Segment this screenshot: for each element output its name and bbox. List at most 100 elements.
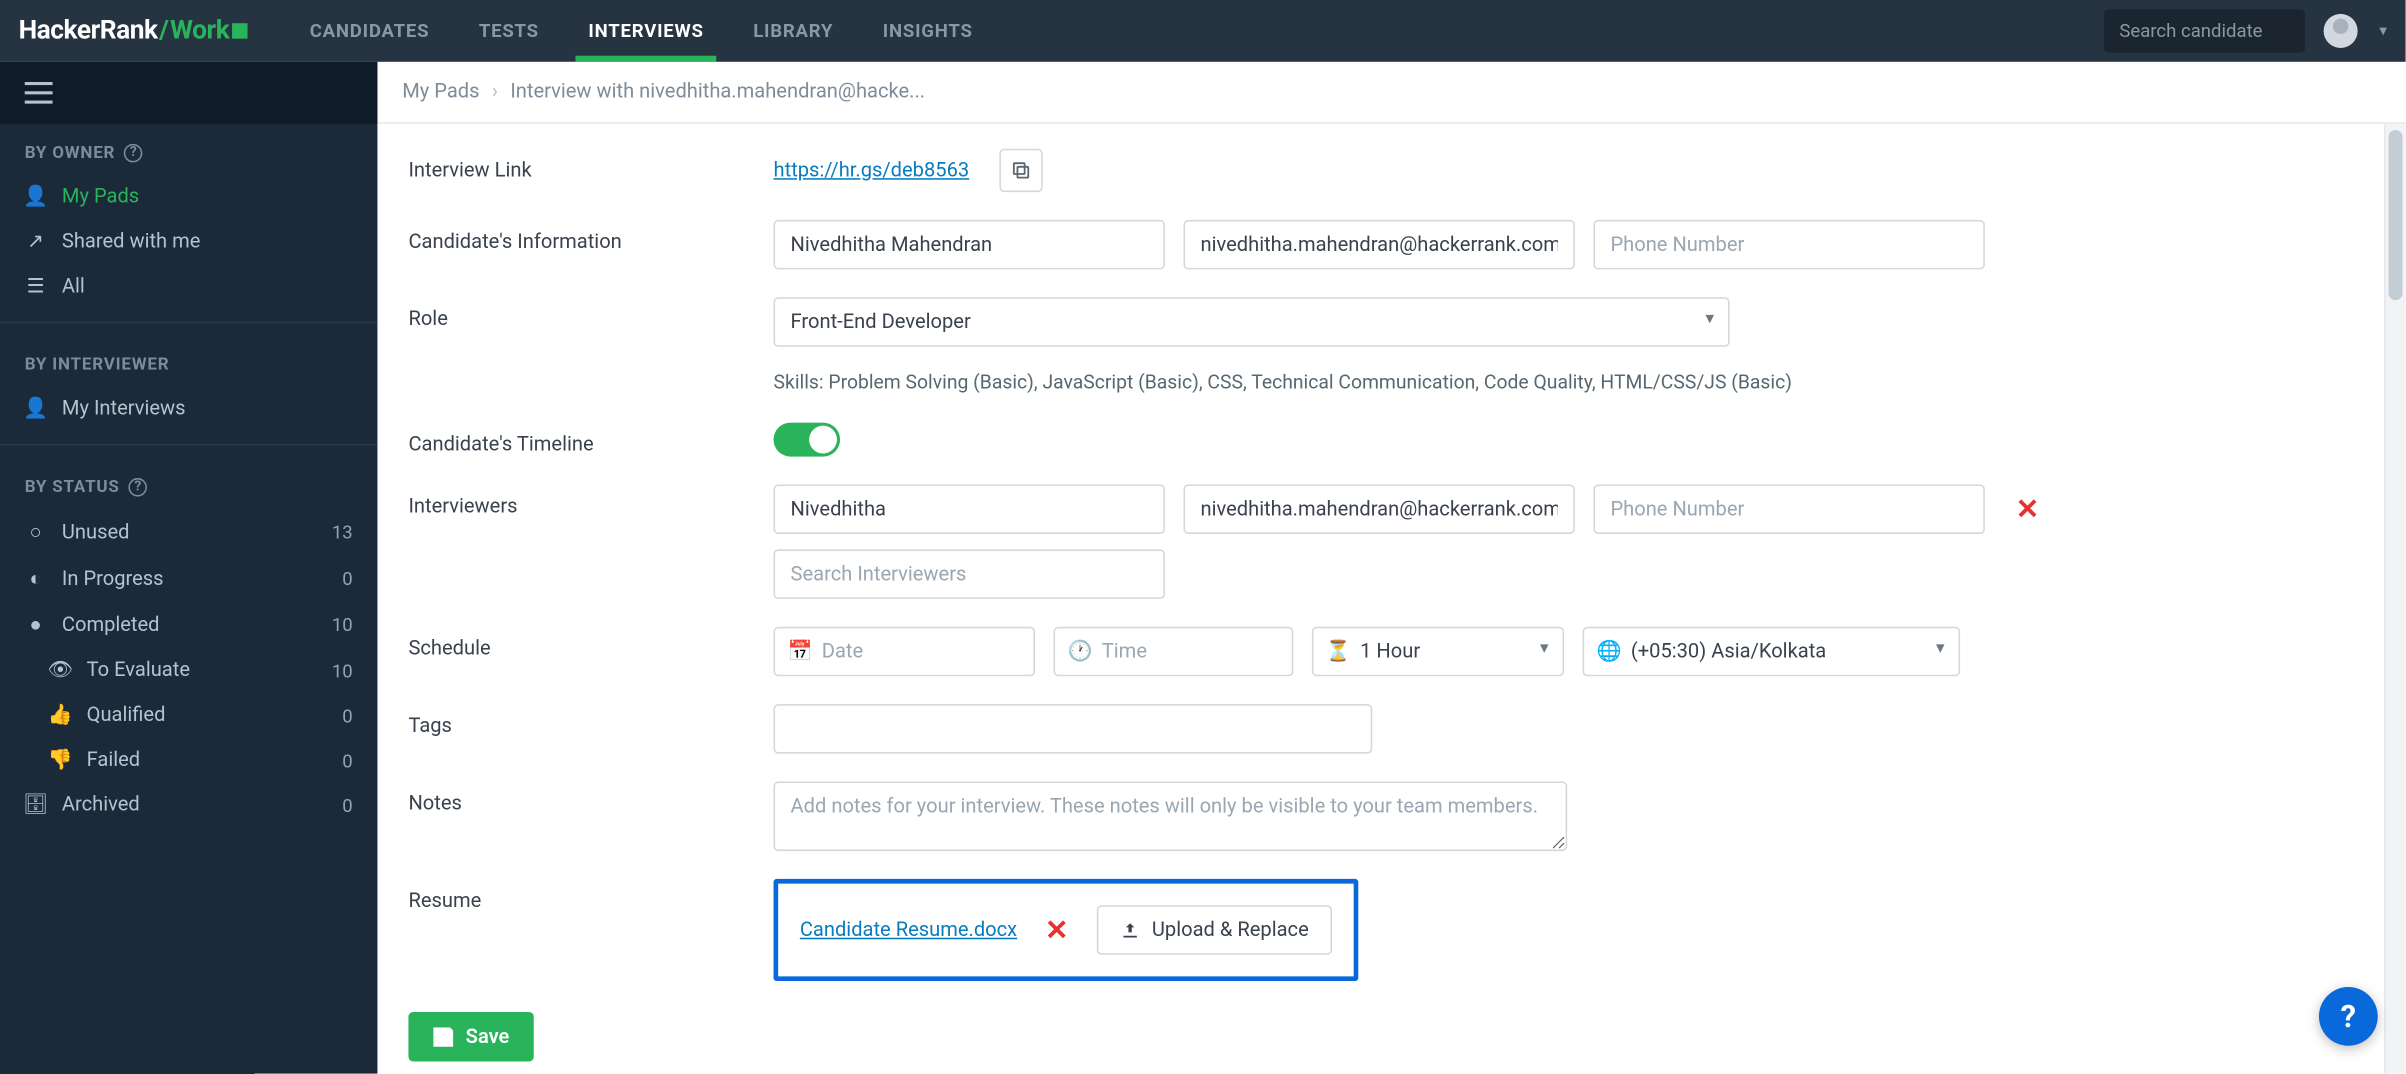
sidebar-item-failed[interactable]: 👎 Failed 0 [0, 738, 377, 783]
shared-label: Shared with me [62, 231, 201, 254]
remove-resume-button[interactable]: ✕ [1045, 914, 1068, 946]
label-timeline: Candidate's Timeline [408, 422, 773, 456]
circle-empty-icon: ○ [25, 520, 47, 545]
scrollbar-track[interactable] [2384, 124, 2406, 1074]
by-interviewer-label: BY INTERVIEWER [25, 354, 170, 374]
label-interviewers: Interviewers [408, 484, 773, 598]
sidebar-item-inprogress[interactable]: ◐In Progress0 [0, 555, 377, 601]
nav-tabs: CANDIDATES TESTS INTERVIEWS LIBRARY INSI… [310, 0, 973, 62]
label-candidate-info: Candidate's Information [408, 220, 773, 270]
person-icon: 👤 [25, 398, 47, 421]
label-notes: Notes [408, 781, 773, 851]
resume-filename-link[interactable]: Candidate Resume.docx [800, 918, 1017, 941]
eye-icon: 👁 [50, 659, 72, 682]
user-avatar-icon[interactable] [2324, 14, 2358, 48]
interviewer-phone-input[interactable] [1593, 484, 1984, 534]
logo[interactable]: HackerRank/Work [19, 15, 248, 46]
copy-link-button[interactable] [1000, 149, 1043, 192]
breadcrumb: My Pads › Interview with nivedhitha.mahe… [377, 62, 2405, 124]
sidebar-section-by-owner: BY OWNER? [0, 124, 377, 175]
nav-tab-insights[interactable]: INSIGHTS [883, 0, 973, 62]
label-role: Role [408, 297, 773, 394]
toeval-count: 10 [332, 660, 353, 682]
form-content: Interview Link https://hr.gs/deb8563 Can… [377, 124, 2405, 1074]
sidebar-item-shared[interactable]: ↗ Shared with me [0, 220, 377, 265]
label-tags: Tags [408, 704, 773, 754]
search-candidate-input[interactable] [2104, 9, 2305, 52]
sidebar-item-toevaluate[interactable]: 👁 To Evaluate 10 [0, 648, 377, 693]
tags-input[interactable] [774, 704, 1373, 754]
label-interview-link: Interview Link [408, 149, 773, 192]
share-icon: ↗ [25, 231, 47, 254]
candidate-email-input[interactable] [1183, 220, 1574, 270]
remove-interviewer-button[interactable]: ✕ [2016, 493, 2039, 525]
circle-half-icon: ◐ [25, 566, 47, 591]
calendar-icon: 📅 [787, 640, 812, 663]
failed-label: Failed [87, 749, 141, 772]
candidate-name-input[interactable] [774, 220, 1165, 270]
inprogress-count: 0 [342, 568, 352, 590]
thumbs-up-icon: 👍 [50, 704, 72, 727]
date-placeholder: Date [822, 640, 863, 663]
sidebar-top [0, 62, 377, 124]
candidate-phone-input[interactable] [1593, 220, 1984, 270]
logo-slash: / [159, 15, 168, 46]
role-skills-text: Skills: Problem Solving (Basic), JavaScr… [774, 371, 1792, 394]
interviewer-name-input[interactable] [774, 484, 1165, 534]
my-pads-label: My Pads [62, 186, 139, 209]
list-icon: ☰ [25, 275, 47, 298]
sidebar-item-completed[interactable]: ●Completed10 [0, 602, 377, 648]
schedule-timezone-select[interactable]: 🌐 (+05:30) Asia/Kolkata [1583, 627, 1960, 677]
completed-count: 10 [332, 614, 353, 636]
save-label: Save [466, 1025, 510, 1048]
sidebar-section-by-status: BY STATUS? [0, 458, 377, 509]
qualified-count: 0 [342, 705, 352, 727]
upload-icon [1119, 920, 1139, 940]
upload-replace-button[interactable]: Upload & Replace [1096, 905, 1332, 955]
archived-label: Archived [62, 794, 140, 817]
help-fab-button[interactable]: ? [2319, 987, 2378, 1046]
save-button[interactable]: Save [408, 1012, 534, 1062]
nav-tab-library[interactable]: LIBRARY [753, 0, 833, 62]
breadcrumb-root[interactable]: My Pads [402, 80, 479, 103]
chevron-right-icon: › [492, 80, 498, 103]
sidebar-item-unused[interactable]: ○Unused13 [0, 509, 377, 555]
sidebar: BY OWNER? 👤My Pads ↗Shared with me ☰All … [0, 62, 377, 1074]
resume-highlight-box: Candidate Resume.docx ✕ Upload & Replace [774, 879, 1359, 981]
hourglass-icon: ⏳ [1326, 640, 1351, 663]
nav-tab-candidates[interactable]: CANDIDATES [310, 0, 430, 62]
help-icon[interactable]: ? [125, 143, 144, 162]
scrollbar-thumb[interactable] [2389, 130, 2403, 300]
user-menu-caret-icon[interactable]: ▾ [2379, 22, 2387, 39]
thumbs-down-icon: 👎 [50, 749, 72, 772]
hamburger-icon[interactable] [25, 82, 53, 104]
schedule-duration-select[interactable]: ⏳1 Hour [1312, 627, 1564, 677]
notes-textarea[interactable] [774, 781, 1568, 851]
clock-icon: 🕐 [1067, 640, 1092, 663]
logo-text-hacker: HackerRank [19, 15, 158, 46]
archive-icon: 🗄 [25, 794, 47, 817]
interviewer-email-input[interactable] [1183, 484, 1574, 534]
help-icon[interactable]: ? [129, 477, 148, 496]
timeline-toggle[interactable] [774, 422, 841, 456]
schedule-date-input[interactable]: 📅 Date [774, 627, 1035, 677]
role-select[interactable] [774, 297, 1730, 347]
sidebar-item-archived[interactable]: 🗄Archived0 [0, 783, 377, 828]
tz-value: (+05:30) Asia/Kolkata [1631, 640, 1826, 663]
all-label: All [62, 275, 85, 298]
schedule-time-input[interactable]: 🕐Time [1054, 627, 1294, 677]
globe-icon: 🌐 [1597, 640, 1622, 663]
sidebar-item-my-pads[interactable]: 👤 My Pads [0, 175, 377, 220]
toeval-label: To Evaluate [87, 659, 190, 682]
sidebar-item-qualified[interactable]: 👍Qualified0 [0, 693, 377, 738]
nav-tab-tests[interactable]: TESTS [479, 0, 539, 62]
interview-link-url[interactable]: https://hr.gs/deb8563 [774, 159, 970, 182]
nav-tab-interviews[interactable]: INTERVIEWS [588, 0, 703, 62]
my-interviews-label: My Interviews [62, 398, 186, 421]
person-icon: 👤 [25, 186, 47, 209]
copy-icon [1011, 159, 1033, 181]
sidebar-item-all[interactable]: ☰ All [0, 265, 377, 310]
sidebar-item-my-interviews[interactable]: 👤 My Interviews [0, 387, 377, 432]
search-interviewers-input[interactable] [774, 549, 1165, 599]
failed-count: 0 [342, 750, 352, 772]
